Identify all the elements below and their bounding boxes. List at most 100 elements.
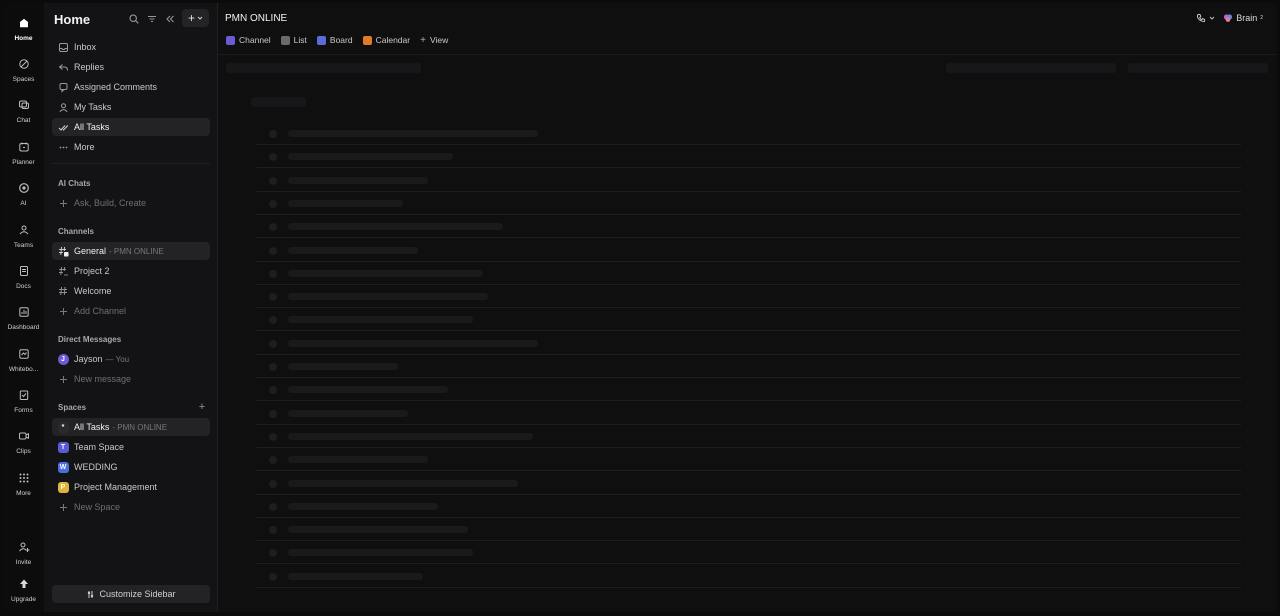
add-channel-button[interactable]: Add Channel <box>52 302 210 320</box>
tab-calendar[interactable]: Calendar <box>362 35 410 45</box>
space-item-team-space[interactable]: T Team Space <box>52 438 210 456</box>
nav-item-label: Project Management <box>74 482 158 492</box>
rail-item-upgrade[interactable]: Upgrade <box>3 575 44 612</box>
rail-item-invite[interactable]: Invite <box>3 538 44 578</box>
space-item-all-tasks[interactable]: * All Tasks - PMN ONLINE <box>52 418 210 436</box>
customize-sidebar-button[interactable]: Customize Sidebar <box>52 585 210 603</box>
loading-row-checkbox <box>269 223 277 231</box>
sidebar-item-replies[interactable]: Replies <box>52 58 210 76</box>
nav-item-label: Jayson <box>74 354 103 364</box>
channel-item-general[interactable]: General - PMN ONLINE <box>52 242 210 260</box>
nav-item-suffix: — You <box>105 354 130 364</box>
space-badge: W <box>57 461 69 473</box>
nav-item-label: Assigned Comments <box>74 82 158 92</box>
planner-icon <box>18 141 30 153</box>
loading-row-checkbox <box>269 386 277 394</box>
rail-item-home[interactable]: Home <box>3 14 44 54</box>
nav-item-label: General <box>74 246 107 256</box>
channel-item-welcome[interactable]: Welcome <box>52 282 210 300</box>
rail-item-teams[interactable]: Teams <box>3 221 44 261</box>
rail-item-label: Docs <box>16 283 31 290</box>
filter-icon[interactable] <box>143 11 161 27</box>
board-view-icon <box>316 35 326 45</box>
invite-icon <box>18 541 30 553</box>
channel-item-project-2[interactable]: Project 2 <box>52 262 210 280</box>
dm-item-jayson[interactable]: J Jayson — You <box>52 350 210 368</box>
add-space-button[interactable]: + <box>196 401 208 413</box>
nav-item-label: All Tasks <box>74 122 110 132</box>
brain-button[interactable]: Brain 2 <box>1223 13 1263 23</box>
nav-item-label: New message <box>74 374 132 384</box>
channel-view-icon <box>226 35 235 45</box>
spaces-section-title: Spaces <box>58 403 87 412</box>
loading-row-divider <box>256 167 1241 168</box>
ai-icon <box>18 182 30 194</box>
loading-row-title <box>288 200 403 207</box>
rail-item-label: Spaces <box>12 76 35 83</box>
loading-row-divider <box>256 330 1241 331</box>
loading-row-divider <box>256 447 1241 448</box>
nav-item-label: Project 2 <box>74 266 110 276</box>
whiteboard-icon <box>18 348 30 360</box>
search-icon[interactable] <box>125 11 143 27</box>
rail-item-chat[interactable]: Chat <box>3 96 44 136</box>
sidebar-item-more[interactable]: More <box>52 138 210 156</box>
space-item-project-management[interactable]: P Project Management <box>52 478 210 496</box>
nav-item-label: All Tasks <box>74 422 110 432</box>
sidebar-item-all-tasks[interactable]: All Tasks <box>52 118 210 136</box>
nav-item-label: New Space <box>74 502 121 512</box>
icon-rail: Home Spaces Chat Planner AI Teams Docs Dashboar… <box>3 3 45 612</box>
loading-row-title <box>288 363 398 370</box>
rail-item-more[interactable]: More <box>3 469 44 509</box>
tab-list[interactable]: List <box>280 35 307 45</box>
loading-row-title <box>288 177 428 184</box>
rail-item-planner[interactable]: Planner <box>3 138 44 178</box>
main-panel: PMN ONLINE Channel List Board Calendar + View… <box>218 3 1277 612</box>
plus-icon <box>57 197 69 209</box>
tab-label: Channel <box>239 35 271 45</box>
check-double-icon <box>57 121 69 133</box>
list-view-icon <box>280 35 290 45</box>
sidebar-title: Home <box>54 12 91 27</box>
new-message-button[interactable]: New message <box>52 370 210 388</box>
loading-row-title <box>288 410 408 417</box>
rail-item-whitebo[interactable]: Whitebo... <box>3 345 44 385</box>
loading-row-checkbox <box>269 526 277 534</box>
plus-icon <box>57 501 69 513</box>
clips-icon <box>18 430 30 442</box>
collapse-sidebar-icon[interactable] <box>161 11 179 27</box>
rail-item-label: Forms <box>14 407 33 414</box>
sidebar-item-my-tasks[interactable]: My Tasks <box>52 98 210 116</box>
loading-row-title <box>288 270 483 277</box>
grid-icon <box>18 472 30 484</box>
rail-item-docs[interactable]: Docs <box>3 262 44 302</box>
rail-item-ai[interactable]: AI <box>3 179 44 219</box>
nav-item-label: My Tasks <box>74 102 112 112</box>
loading-row-divider <box>256 400 1241 401</box>
create-new-button[interactable]: + <box>182 9 209 27</box>
rail-item-forms[interactable]: Forms <box>3 386 44 426</box>
sidebar-item-assigned-comments[interactable]: Assigned Comments <box>52 78 210 96</box>
header-actions: Brain 2 <box>1196 13 1263 23</box>
sidebar-item-inbox[interactable]: Inbox <box>52 38 210 56</box>
spaces-icon <box>18 58 30 70</box>
add-view-button[interactable]: + View <box>420 35 448 46</box>
nav-item-label: WEDDING <box>74 462 118 472</box>
rail-item-label: Teams <box>13 242 34 249</box>
loading-row-divider <box>256 424 1241 425</box>
space-item-wedding[interactable]: W WEDDING <box>52 458 210 476</box>
rail-item-label: Whitebo... <box>8 366 39 373</box>
rail-item-dashboard[interactable]: Dashboard <box>3 303 44 343</box>
rail-item-clips[interactable]: Clips <box>3 427 44 467</box>
call-button[interactable] <box>1196 13 1215 23</box>
tab-label: List <box>293 35 307 45</box>
tab-channel[interactable]: Channel <box>226 35 271 45</box>
rail-item-spaces[interactable]: Spaces <box>3 55 44 95</box>
sidebar-divider <box>52 163 210 164</box>
ai-chat-create-button[interactable]: Ask, Build, Create <box>52 194 210 212</box>
forms-icon <box>18 389 30 401</box>
rail-item-label: Chat <box>16 117 31 124</box>
new-space-button[interactable]: New Space <box>52 498 210 516</box>
tab-board[interactable]: Board <box>316 35 353 45</box>
avatar-icon: J <box>57 353 69 365</box>
